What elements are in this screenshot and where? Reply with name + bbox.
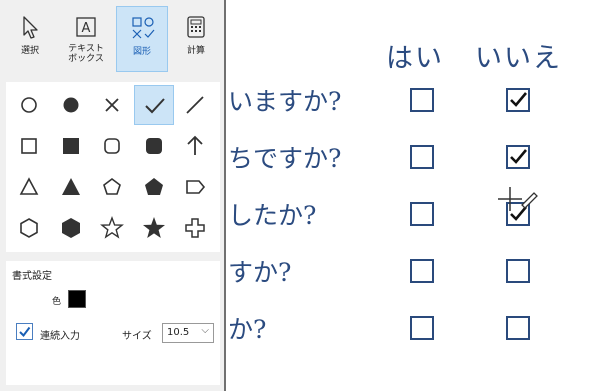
hexagon-outline-shape-button[interactable]	[9, 208, 49, 248]
hexagon-filled-shape-button[interactable]	[51, 208, 91, 248]
size-select[interactable]: 10.5 ⌵	[162, 323, 214, 343]
question-text: ちですか?	[228, 144, 342, 173]
square-filled-shape-button[interactable]	[51, 126, 91, 166]
calculator-icon	[187, 16, 205, 38]
checkmark-icon	[510, 149, 527, 164]
checkmark-icon	[144, 98, 165, 114]
plus-outline-icon	[185, 218, 205, 238]
square-outline-icon	[21, 138, 37, 154]
cross-icon	[105, 98, 119, 112]
triangle-outline-icon	[19, 177, 39, 195]
format-settings: 書式設定 色 連続入力 サイズ 10.5 ⌵	[6, 261, 220, 385]
triangle-outline-shape-button[interactable]	[9, 167, 49, 207]
rounded-square-filled-icon	[145, 138, 162, 154]
pentagon-filled-shape-button[interactable]	[134, 167, 174, 207]
text-box-tool-button[interactable]: A テキスト ボックス	[60, 6, 112, 72]
cross-shape-button[interactable]	[92, 85, 132, 125]
checkmark-shape-button[interactable]	[133, 85, 174, 125]
triangle-filled-shape-button[interactable]	[51, 167, 91, 207]
calculate-tool-button[interactable]: 計算	[170, 6, 222, 72]
yes-checkbox[interactable]	[410, 202, 434, 226]
calculate-tool-label: 計算	[186, 46, 205, 56]
star-filled-shape-button[interactable]	[134, 208, 174, 248]
chevron-down-icon: ⌵	[201, 325, 209, 336]
plus-outline-shape-button[interactable]	[175, 208, 215, 248]
circle-filled-icon	[63, 97, 78, 113]
select-tool-button[interactable]: 選択	[4, 6, 56, 72]
circle-outline-shape-button[interactable]	[9, 85, 49, 125]
tool-panel: 選択 A テキスト ボックス 図形 計算 書式設定 色 連続入力 サイズ 10.…	[0, 0, 226, 391]
rounded-square-outline-shape-button[interactable]	[92, 126, 132, 166]
no-checkbox[interactable]	[506, 259, 530, 283]
triangle-filled-icon	[61, 178, 80, 195]
question-text: いますか?	[228, 87, 342, 116]
circle-outline-icon	[21, 97, 37, 113]
question-text: すか?	[228, 258, 292, 287]
shapes-tool-label: 図形	[132, 47, 151, 57]
star-filled-icon	[142, 217, 165, 238]
rounded-square-filled-shape-button[interactable]	[134, 126, 174, 166]
no-column-header: いいえ	[475, 43, 562, 74]
text-box-icon: A	[76, 17, 96, 37]
checkbox-check-icon	[19, 326, 31, 338]
question-text: したか?	[228, 201, 317, 230]
question-text: か?	[228, 315, 267, 344]
arrow-up-shape-button[interactable]	[175, 126, 215, 166]
toolbar: 選択 A テキスト ボックス 図形 計算	[0, 0, 226, 78]
checkmark-icon	[510, 92, 527, 107]
shape-palette	[6, 82, 220, 252]
pentagon-outline-shape-button[interactable]	[92, 167, 132, 207]
square-outline-shape-button[interactable]	[9, 126, 49, 166]
shapes-tool-button[interactable]: 図形	[116, 6, 168, 72]
hexagon-filled-icon	[61, 218, 80, 238]
yes-checkbox[interactable]	[410, 145, 434, 169]
hexagon-outline-icon	[20, 218, 38, 238]
no-checkbox[interactable]	[506, 88, 530, 112]
color-label: 色	[52, 297, 62, 307]
pentagon-filled-icon	[144, 178, 163, 195]
star-outline-shape-button[interactable]	[92, 208, 132, 248]
pointer-icon	[23, 16, 38, 39]
document-canvas[interactable]: はい いいえ いますか? ちですか? したか? すか? か?	[228, 0, 600, 391]
square-filled-icon	[62, 138, 79, 154]
yes-checkbox[interactable]	[410, 259, 434, 283]
continuous-input-checkbox[interactable]	[16, 323, 33, 340]
select-tool-label: 選択	[20, 46, 39, 56]
format-title: 書式設定	[12, 271, 52, 282]
line-shape-button[interactable]	[175, 85, 215, 125]
circle-filled-shape-button[interactable]	[51, 85, 91, 125]
no-checkbox[interactable]	[506, 145, 530, 169]
size-value: 10.5	[167, 327, 190, 338]
no-checkbox[interactable]	[506, 316, 530, 340]
tag-outline-shape-button[interactable]	[175, 167, 215, 207]
color-swatch[interactable]	[68, 290, 86, 308]
line-icon	[186, 96, 204, 114]
crosshair-cursor-icon	[498, 187, 538, 211]
size-label: サイズ	[122, 331, 152, 342]
yes-checkbox[interactable]	[410, 88, 434, 112]
yes-column-header: はい	[386, 43, 444, 74]
shapes-icon	[132, 17, 155, 39]
pentagon-outline-icon	[103, 178, 121, 195]
yes-checkbox[interactable]	[410, 316, 434, 340]
star-outline-icon	[100, 215, 124, 239]
tag-outline-icon	[186, 180, 206, 194]
arrow-up-icon	[187, 135, 203, 155]
svg-text:A: A	[82, 21, 91, 36]
rounded-square-outline-icon	[104, 138, 120, 154]
continuous-input-label: 連続入力	[40, 331, 80, 342]
text-box-tool-label: テキスト ボックス	[68, 44, 104, 64]
